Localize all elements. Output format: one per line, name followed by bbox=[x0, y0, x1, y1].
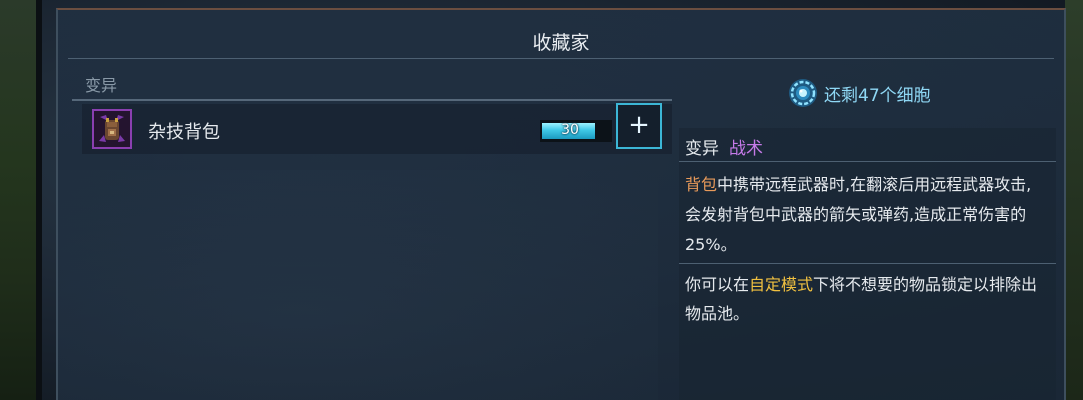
description-header: 变异 战术 bbox=[685, 134, 763, 159]
item-name: 杂技背包 bbox=[148, 122, 220, 143]
background-right-scenery bbox=[1065, 0, 1083, 400]
hint-pre: 你可以在 bbox=[685, 275, 750, 294]
category-label: 变异 bbox=[685, 139, 719, 159]
invest-cells-button[interactable]: + bbox=[616, 103, 662, 149]
cell-cost-bar: 30 bbox=[540, 120, 612, 142]
section-label-mutations: 变异 bbox=[85, 76, 118, 95]
description-divider-2 bbox=[679, 263, 1056, 264]
description-text: 背包中携带远程武器时,在翻滚后用远程武器攻击,会发射背包中武器的箭矢或弹药,造成… bbox=[685, 170, 1045, 260]
title-divider bbox=[68, 58, 1054, 59]
cells-remaining: 还剩47个细胞 bbox=[788, 78, 931, 108]
background-left-scenery bbox=[0, 0, 42, 400]
description-divider bbox=[679, 161, 1056, 162]
hint-text: 你可以在自定模式下将不想要的物品锁定以排除出物品池。 bbox=[685, 270, 1045, 328]
cells-remaining-text: 还剩47个细胞 bbox=[824, 85, 931, 106]
collector-panel: 收藏家 变异 杂技背包 30 + 还剩47个细胞 变异 战术 背包中携带远程武器… bbox=[56, 8, 1066, 400]
panel-title: 收藏家 bbox=[532, 32, 590, 54]
keyword-backpack: 背包 bbox=[685, 175, 718, 194]
acrobatic-backpack-icon bbox=[92, 109, 132, 149]
cell-icon bbox=[789, 79, 817, 107]
cell-cost-value: 30 bbox=[561, 122, 579, 138]
section-divider bbox=[72, 99, 672, 101]
keyword-custom-mode: 自定模式 bbox=[749, 275, 814, 294]
item-description-panel: 变异 战术 背包中携带远程武器时,在翻滚后用远程武器攻击,会发射背包中武器的箭矢或… bbox=[679, 128, 1056, 400]
type-label: 战术 bbox=[729, 139, 763, 159]
description-body: 中携带远程武器时,在翻滚后用远程武器攻击,会发射背包中武器的箭矢或弹药,造成正常… bbox=[685, 175, 1032, 254]
list-item-acrobatic-backpack[interactable]: 杂技背包 30 + bbox=[82, 103, 672, 154]
